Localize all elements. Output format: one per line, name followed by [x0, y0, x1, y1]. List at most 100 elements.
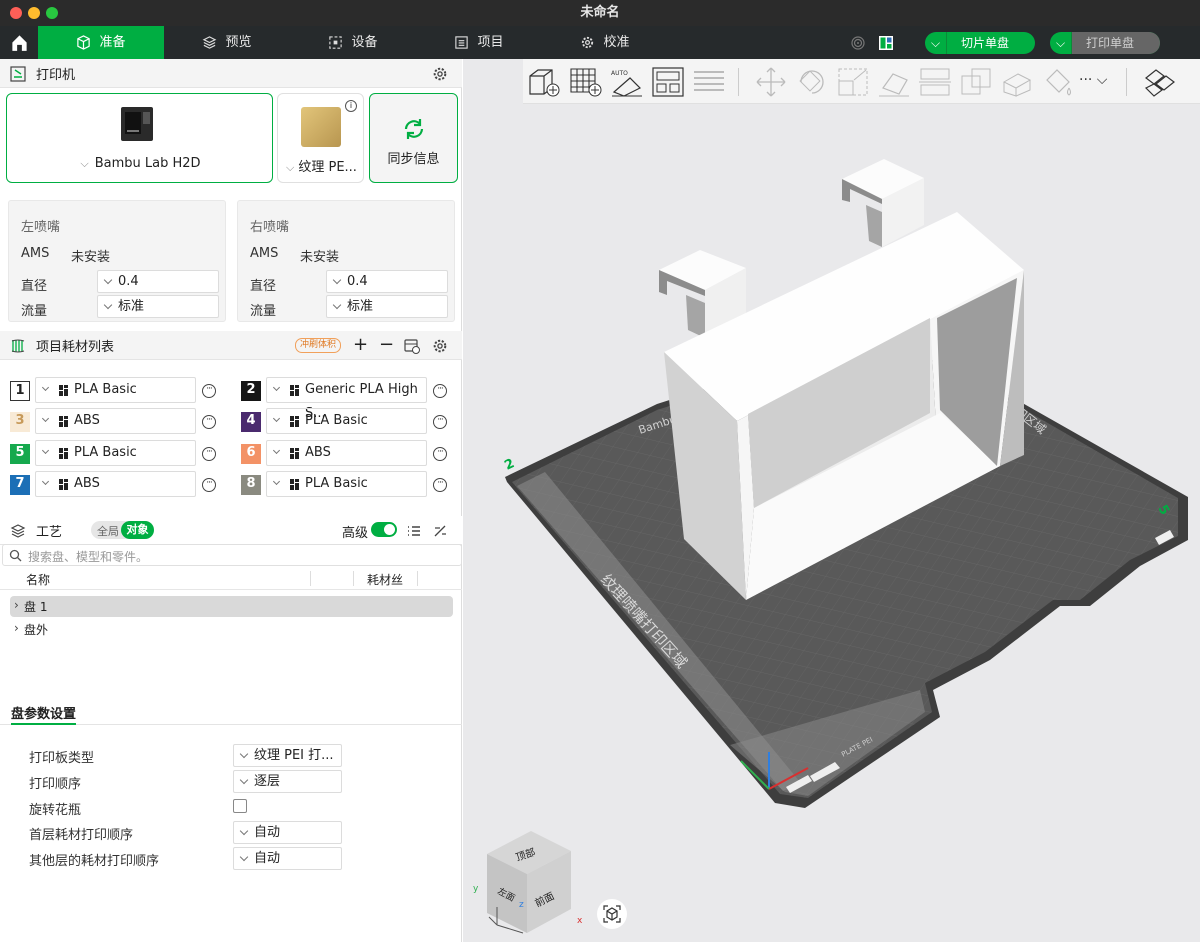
plate-setting-select[interactable]: 自动 — [233, 821, 342, 845]
plate-setting-label: 首层耗材打印顺序 — [29, 828, 134, 844]
global-object-toggle[interactable]: 全局 对象 — [91, 521, 154, 539]
plate-setting-select[interactable]: 纹理 PEI 打... — [233, 744, 342, 767]
filament-select[interactable]: PLA Basic — [266, 408, 427, 435]
left-nozzle-flow-select[interactable]: 标准 — [97, 295, 219, 318]
filament-slot-number[interactable]: 2 — [241, 381, 261, 401]
slice-plate-button[interactable]: ⌵ 切片单盘 — [925, 32, 1035, 54]
close-window-button[interactable] — [10, 7, 22, 19]
tab-project[interactable]: 项目 — [416, 26, 542, 59]
bambu-logo-icon — [59, 447, 68, 459]
compare-icon[interactable] — [432, 523, 448, 539]
support-paint-icon[interactable] — [1000, 66, 1034, 98]
add-object-icon[interactable] — [527, 66, 561, 98]
sync-icon — [404, 119, 424, 139]
list-view-icon[interactable] — [406, 523, 422, 539]
filament-select[interactable]: ABS — [35, 470, 196, 497]
svg-text:AUTO: AUTO — [611, 70, 628, 77]
print-plate-button[interactable]: ⌵ 打印单盘 — [1050, 32, 1160, 54]
left-nozzle-diameter-select[interactable]: 0.4 — [97, 270, 219, 293]
filament-select[interactable]: Generic PLA High S... — [266, 377, 427, 421]
chevron-down-icon — [272, 415, 281, 423]
minimize-window-button[interactable] — [28, 7, 40, 19]
more-tools-button[interactable]: ··· ⌵ — [1079, 72, 1107, 88]
scale-icon[interactable] — [836, 66, 870, 98]
settings-icon[interactable] — [432, 338, 448, 354]
plate-type-select[interactable]: ⌵ 纹理 PE... — [286, 156, 357, 175]
filament-select[interactable]: PLA Basic — [35, 439, 196, 466]
spiral-icon[interactable] — [850, 35, 866, 51]
home-button[interactable] — [0, 26, 38, 59]
remove-filament-button[interactable]: − — [379, 334, 394, 355]
filament-slot-number[interactable]: 7 — [10, 474, 30, 495]
sync-info-button[interactable]: 同步信息 — [369, 93, 458, 183]
chevron-down-icon — [272, 477, 281, 485]
filament-name: ABS — [74, 475, 100, 491]
filament-select[interactable]: PLA Basic — [35, 377, 196, 403]
settings-icon[interactable] — [432, 66, 448, 82]
spiral-vase-checkbox[interactable] — [233, 798, 247, 813]
filament-more-icon[interactable]: ··· — [433, 446, 447, 461]
tree-row-plate-1[interactable]: › 盘 1 — [10, 596, 453, 617]
reset-view-button[interactable] — [597, 899, 627, 929]
filament-select[interactable]: ABS — [35, 408, 196, 435]
filament-more-icon[interactable]: ··· — [202, 477, 216, 492]
window-titlebar: 未命名 — [0, 0, 1200, 26]
plate-setting-select[interactable]: 自动 — [233, 847, 342, 871]
filament-select[interactable]: PLA Basic — [266, 470, 427, 497]
filament-more-icon[interactable]: ··· — [433, 477, 447, 492]
zoom-window-button[interactable] — [46, 7, 58, 19]
filament-more-icon[interactable]: ··· — [433, 415, 447, 430]
chevron-right-icon[interactable]: › — [14, 598, 19, 612]
split-plate-icon[interactable] — [692, 66, 726, 98]
boolean-icon[interactable] — [959, 66, 993, 98]
layers-icon — [10, 524, 26, 538]
search-icon — [9, 549, 22, 562]
tab-calibration[interactable]: 校准 — [542, 26, 668, 59]
tab-prepare[interactable]: 准备 — [38, 26, 164, 59]
tab-device[interactable]: 设备 — [290, 26, 416, 59]
right-nozzle-flow-select[interactable]: 标准 — [326, 295, 448, 318]
filament-more-icon[interactable]: ··· — [202, 446, 216, 461]
add-filament-button[interactable]: + — [353, 334, 368, 355]
color-paint-icon[interactable] — [1041, 66, 1075, 98]
layers-icon — [203, 36, 217, 49]
auto-orient-icon[interactable]: AUTO — [610, 66, 644, 98]
filament-slot-number[interactable]: 4 — [241, 412, 261, 433]
filament-slot-number[interactable]: 8 — [241, 474, 261, 495]
layout-icon[interactable] — [878, 35, 894, 51]
filament-more-icon[interactable]: ··· — [433, 384, 447, 398]
assembly-view-icon[interactable] — [1142, 66, 1176, 98]
ams-sync-icon[interactable] — [404, 338, 420, 354]
printer-card[interactable]: ⌵ Bambu Lab H2D — [6, 93, 273, 183]
lay-on-face-icon[interactable] — [877, 66, 911, 98]
search-input[interactable]: 搜索盘、模型和零件。 — [2, 544, 462, 566]
filament-slot-number[interactable]: 3 — [10, 412, 30, 433]
filament-select[interactable]: ABS — [266, 439, 427, 466]
filament-more-icon[interactable]: ··· — [202, 384, 216, 398]
flush-volume-button[interactable]: 冲刷体积 — [295, 338, 342, 353]
cut-icon[interactable] — [918, 66, 952, 98]
right-nozzle-diameter-select[interactable]: 0.4 — [326, 270, 448, 293]
tab-preview[interactable]: 预览 — [164, 26, 290, 59]
plate-card[interactable]: i ⌵ 纹理 PE... — [277, 93, 364, 183]
device-icon — [329, 36, 343, 49]
filament-slot-number[interactable]: 1 — [10, 381, 30, 401]
plate-setting-select[interactable]: 逐层 — [233, 769, 342, 793]
chevron-down-icon[interactable]: ⌵ — [925, 32, 947, 54]
printer-name-select[interactable]: ⌵ Bambu Lab H2D — [7, 156, 274, 171]
chevron-down-icon[interactable]: ⌵ — [1050, 32, 1072, 54]
advanced-toggle[interactable] — [371, 522, 397, 537]
arrange-icon[interactable] — [651, 66, 685, 98]
filament-slot-number[interactable]: 5 — [10, 443, 30, 464]
add-plate-icon[interactable] — [569, 66, 603, 98]
3d-viewport[interactable]: 纹理喷嘴打印区域 打印区域 Bambu PLATE PEI 2 5 顶部 左面 … — [463, 59, 1200, 942]
rotate-icon[interactable] — [795, 66, 829, 98]
info-icon[interactable]: i — [345, 100, 357, 112]
view-cube[interactable]: 顶部 左面 前面 z y x — [471, 829, 596, 939]
chevron-right-icon[interactable]: › — [14, 621, 19, 635]
tree-row-outside[interactable]: › 盘外 — [10, 619, 453, 640]
filament-more-icon[interactable]: ··· — [202, 415, 216, 430]
tab-plate-settings[interactable]: 盘参数设置 — [11, 703, 77, 725]
filament-slot-number[interactable]: 6 — [241, 443, 261, 464]
move-icon[interactable] — [754, 66, 788, 98]
